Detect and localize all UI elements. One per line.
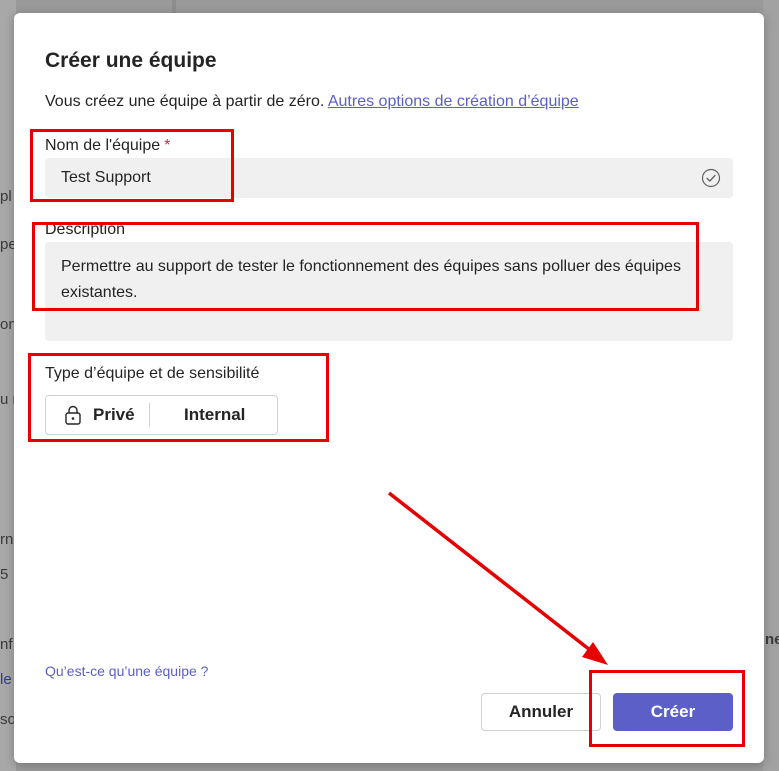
team-name-label: Nom de l'équipe * [45, 137, 170, 155]
create-button[interactable]: Créer [613, 693, 733, 731]
background-text: nf [0, 636, 13, 653]
background-text: 5 [0, 566, 9, 583]
team-name-field[interactable]: Test Support [45, 158, 733, 198]
team-type-selector[interactable]: Privé Internal [45, 395, 278, 435]
background-text: rn [0, 531, 14, 548]
team-name-label-text: Nom de l'équipe [45, 137, 161, 154]
check-circle-icon [701, 168, 721, 188]
dialog-title: Créer une équipe [45, 49, 217, 72]
description-value: Permettre au support de tester le foncti… [61, 258, 681, 301]
description-field[interactable]: Permettre au support de tester le foncti… [45, 242, 733, 341]
background-text: ne [765, 631, 779, 648]
privacy-value: Privé [93, 405, 135, 424]
lock-icon [65, 405, 81, 425]
sensitivity-value: Internal [184, 405, 246, 424]
description-label: Description [45, 221, 126, 238]
background-divider [172, 0, 176, 14]
sensitivity-option[interactable]: Internal [150, 396, 245, 434]
background-app-right: ne [763, 0, 779, 771]
dialog-subtitle: Vous créez une équipe à partir de zéro. … [45, 93, 579, 111]
cancel-button[interactable]: Annuler [481, 693, 601, 731]
team-type-label: Type d’équipe et de sensibilité [45, 365, 260, 382]
other-options-link[interactable]: Autres options de création d’équipe [328, 93, 579, 110]
what-is-team-link[interactable]: Qu’est-ce qu’une équipe ? [45, 663, 208, 679]
privacy-option[interactable]: Privé [46, 403, 150, 427]
create-team-dialog: Créer une équipe Vous créez une équipe à… [14, 13, 764, 763]
team-name-value: Test Support [61, 169, 151, 186]
required-marker: * [164, 137, 171, 154]
background-link: le [0, 671, 12, 688]
background-text: pl [0, 188, 12, 205]
subtitle-text: Vous créez une équipe à partir de zéro. [45, 93, 325, 110]
